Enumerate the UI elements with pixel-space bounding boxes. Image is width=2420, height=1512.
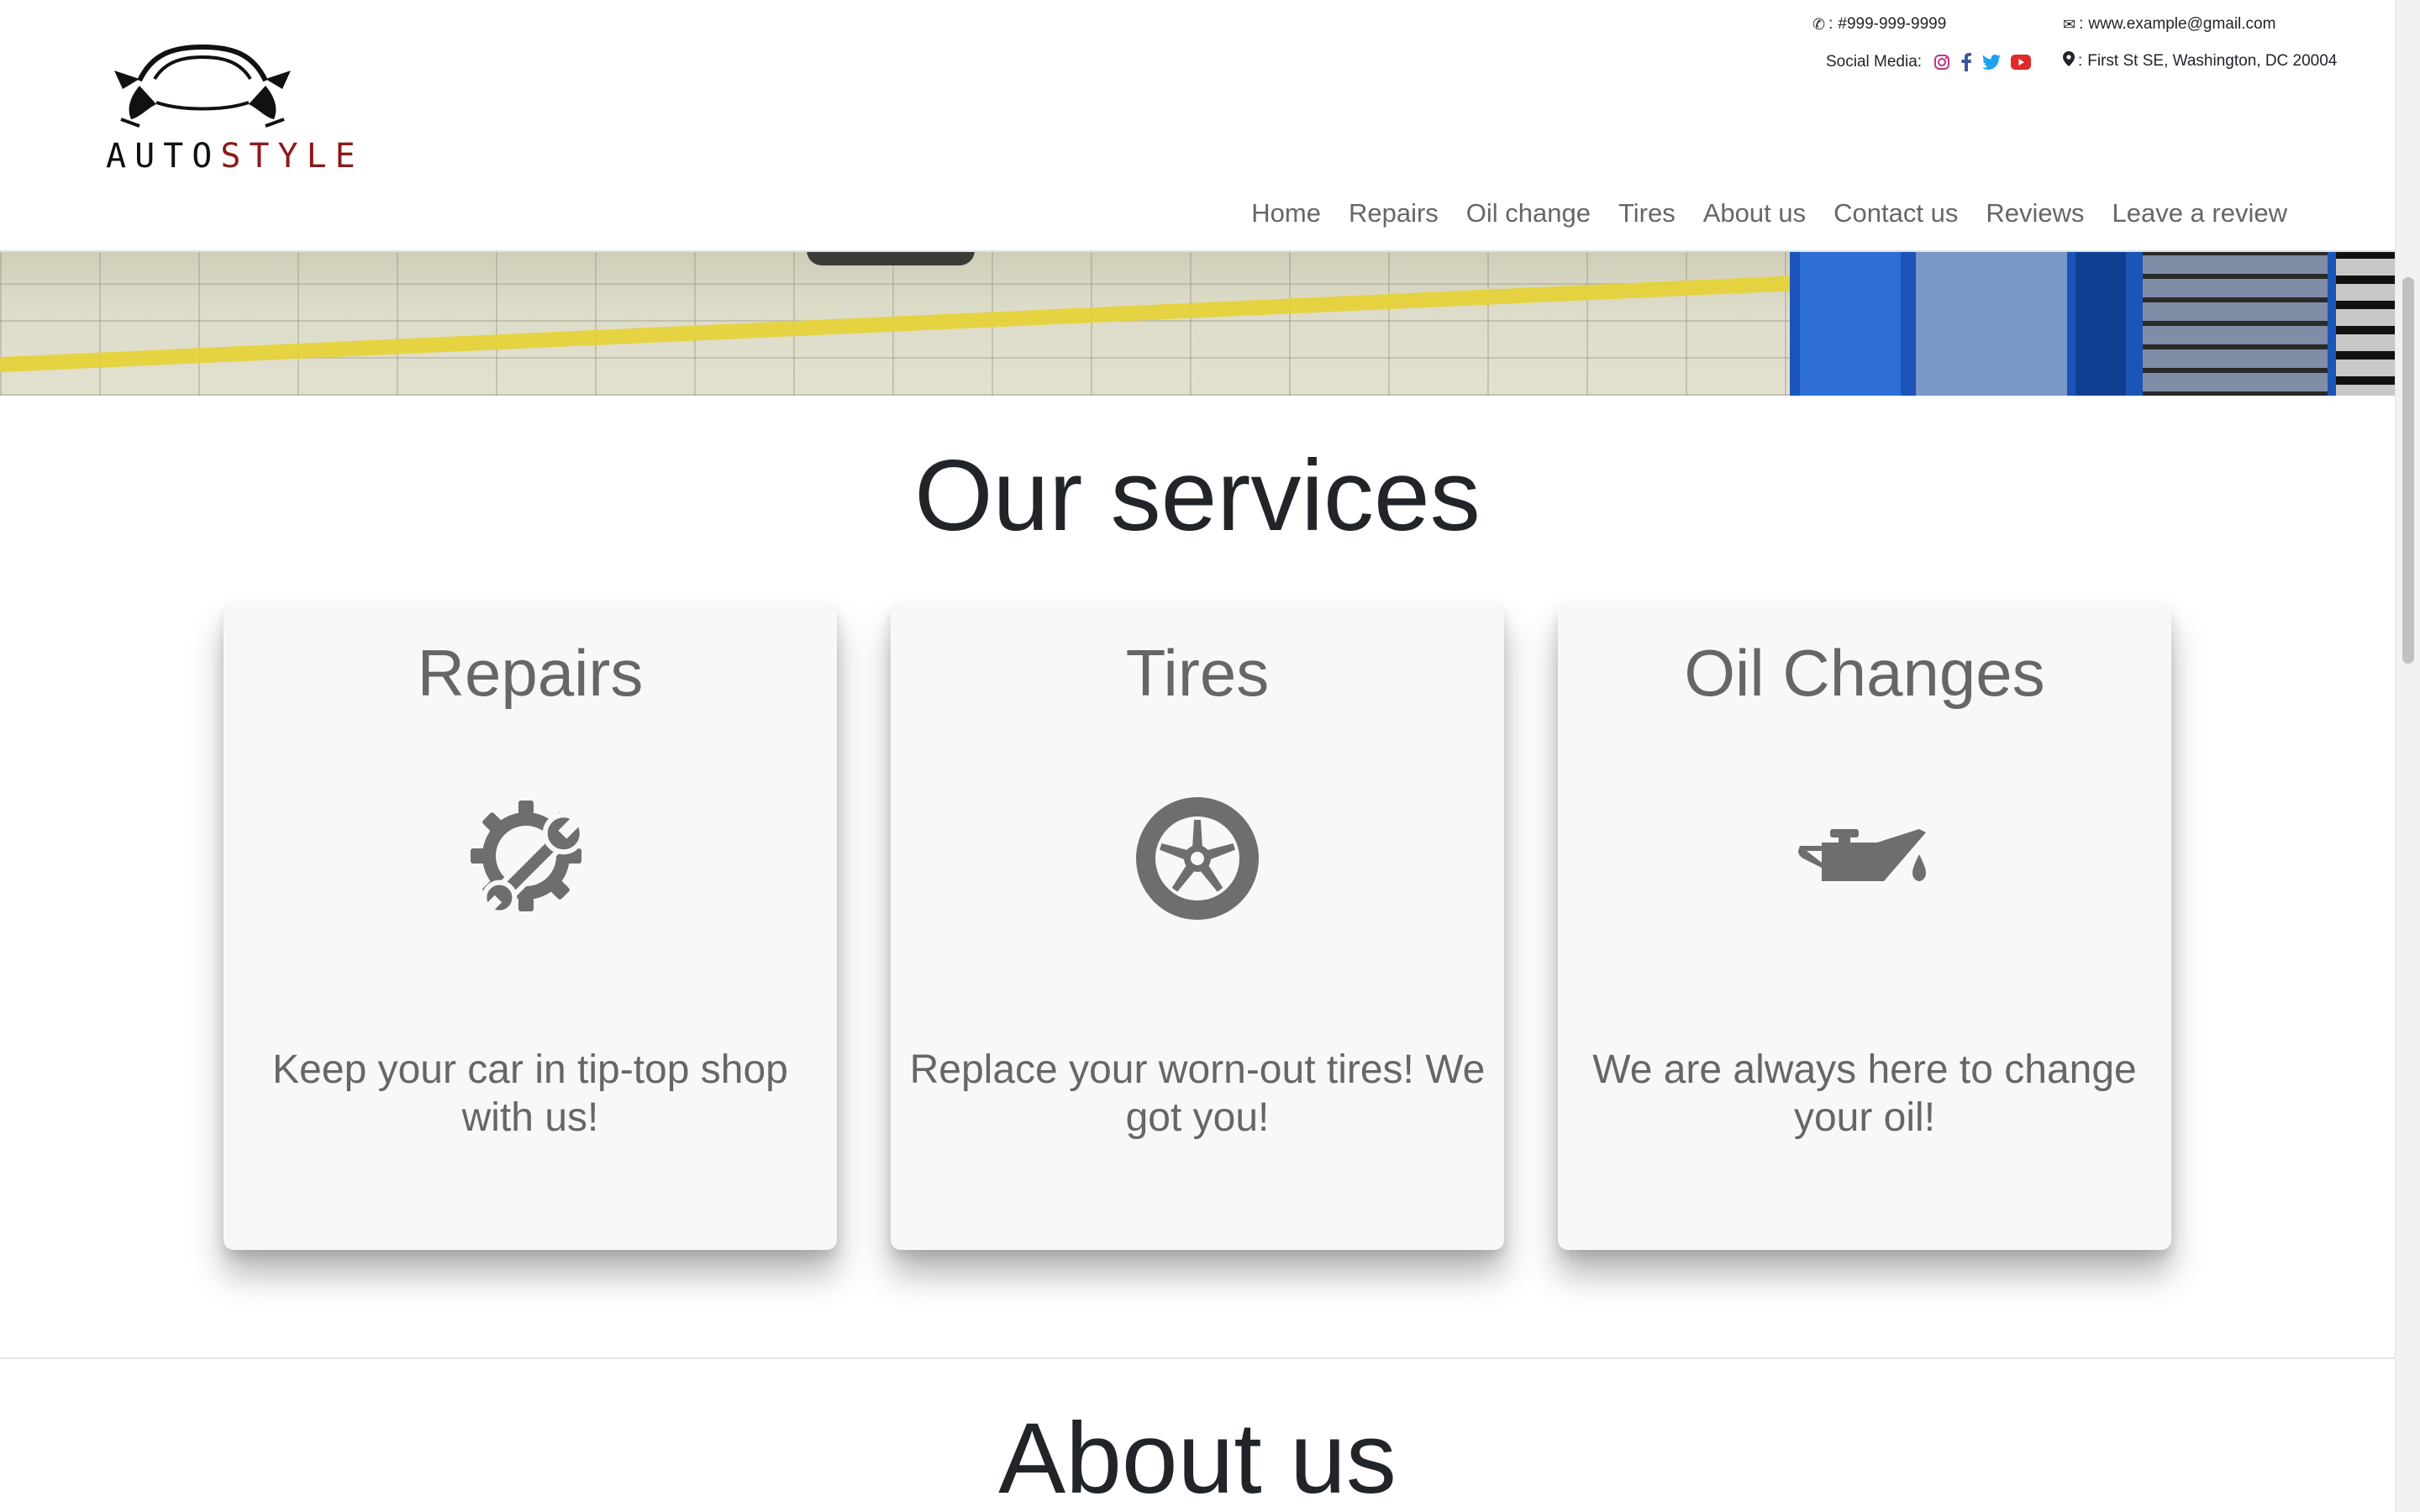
card-title: Oil Changes	[1684, 636, 2045, 710]
scrollbar-thumb[interactable]	[2402, 277, 2414, 664]
nav-item-repairs[interactable]: Repairs	[1349, 198, 1439, 228]
instagram-icon[interactable]	[1933, 54, 1950, 71]
cabinet-drawers	[2143, 250, 2328, 396]
phone-icon: ✆	[1812, 15, 1826, 33]
phone-separator: :	[1828, 15, 1833, 33]
service-card-repairs[interactable]: Repairs Keep your car in tip-top shop wi…	[224, 602, 837, 1250]
social-media-label: Social Media:	[1826, 53, 1923, 71]
envelope-icon: ✉	[2063, 15, 2076, 33]
car-silhouette-icon	[114, 44, 291, 128]
email-separator: :	[2079, 15, 2084, 33]
cabinet-panel	[2075, 250, 2126, 396]
logo-wordmark: AUTOSTYLE	[106, 137, 355, 176]
nav-item-tires[interactable]: Tires	[1618, 198, 1676, 228]
twitter-icon[interactable]	[1982, 55, 2002, 70]
logo-word-style: STYLE	[220, 137, 364, 176]
gear-wrench-icon	[467, 795, 593, 921]
page-scrollbar[interactable]	[2395, 0, 2420, 1512]
cabinet-gap	[1916, 250, 2067, 396]
card-description: Keep your car in tip-top shop with us!	[272, 1047, 788, 1140]
email-address[interactable]: www.example@gmail.com	[2088, 15, 2275, 34]
hero-banner-image	[0, 250, 2395, 396]
service-card-tires[interactable]: Tires Replace your worn-out tires! We go…	[891, 602, 1504, 1250]
oil-can-icon	[1798, 795, 1928, 921]
card-title: Repairs	[417, 636, 644, 710]
contact-phone: ✆ : #999-999-9999	[1812, 15, 1946, 34]
main-nav: Home Repairs Oil change Tires About us C…	[1251, 198, 2287, 228]
tire-icon	[1134, 795, 1260, 921]
nav-item-home[interactable]: Home	[1251, 198, 1321, 228]
cabinet-panel	[1800, 250, 1901, 396]
service-card-oil-changes[interactable]: Oil Changes We are always here to change…	[1558, 602, 2171, 1250]
cabinet-drawers	[2336, 250, 2395, 396]
card-description: We are always here to change your oil!	[1592, 1047, 2137, 1140]
nav-item-leave-a-review[interactable]: Leave a review	[2112, 198, 2287, 228]
nav-item-reviews[interactable]: Reviews	[1986, 198, 2084, 228]
phone-number[interactable]: #999-999-9999	[1838, 15, 1946, 34]
logo-word-auto: AUTO	[106, 137, 221, 176]
contact-email: ✉ : www.example@gmail.com	[2063, 15, 2275, 34]
address-text: First St SE, Washington, DC 20004	[2087, 51, 2338, 70]
map-pin-icon	[2063, 51, 2075, 71]
card-title: Tires	[1125, 636, 1270, 710]
card-description: Replace your worn-out tires! We got you!	[909, 1047, 1486, 1140]
facebook-icon[interactable]	[1960, 53, 1972, 71]
services-title: Our services	[914, 439, 1481, 552]
section-divider	[0, 1357, 2395, 1359]
tool-cabinet	[1790, 250, 2395, 396]
youtube-icon[interactable]	[2011, 55, 2032, 70]
nav-item-about-us[interactable]: About us	[1703, 198, 1806, 228]
social-media: Social Media:	[1826, 53, 2041, 71]
contact-address: : First St SE, Washington, DC 20004	[2063, 51, 2337, 71]
site-header: AUTOSTYLE ✆ : #999-999-9999 ✉ : www.exam…	[0, 0, 2395, 252]
nav-item-contact-us[interactable]: Contact us	[1833, 198, 1958, 228]
address-separator: :	[2078, 51, 2083, 70]
page: AUTOSTYLE ✆ : #999-999-9999 ✉ : www.exam…	[0, 0, 2395, 1512]
autostyle-logo[interactable]: AUTOSTYLE	[106, 37, 355, 188]
nav-item-oil-change[interactable]: Oil change	[1466, 198, 1591, 228]
floor-drain	[807, 250, 975, 265]
about-title: About us	[998, 1402, 1397, 1512]
